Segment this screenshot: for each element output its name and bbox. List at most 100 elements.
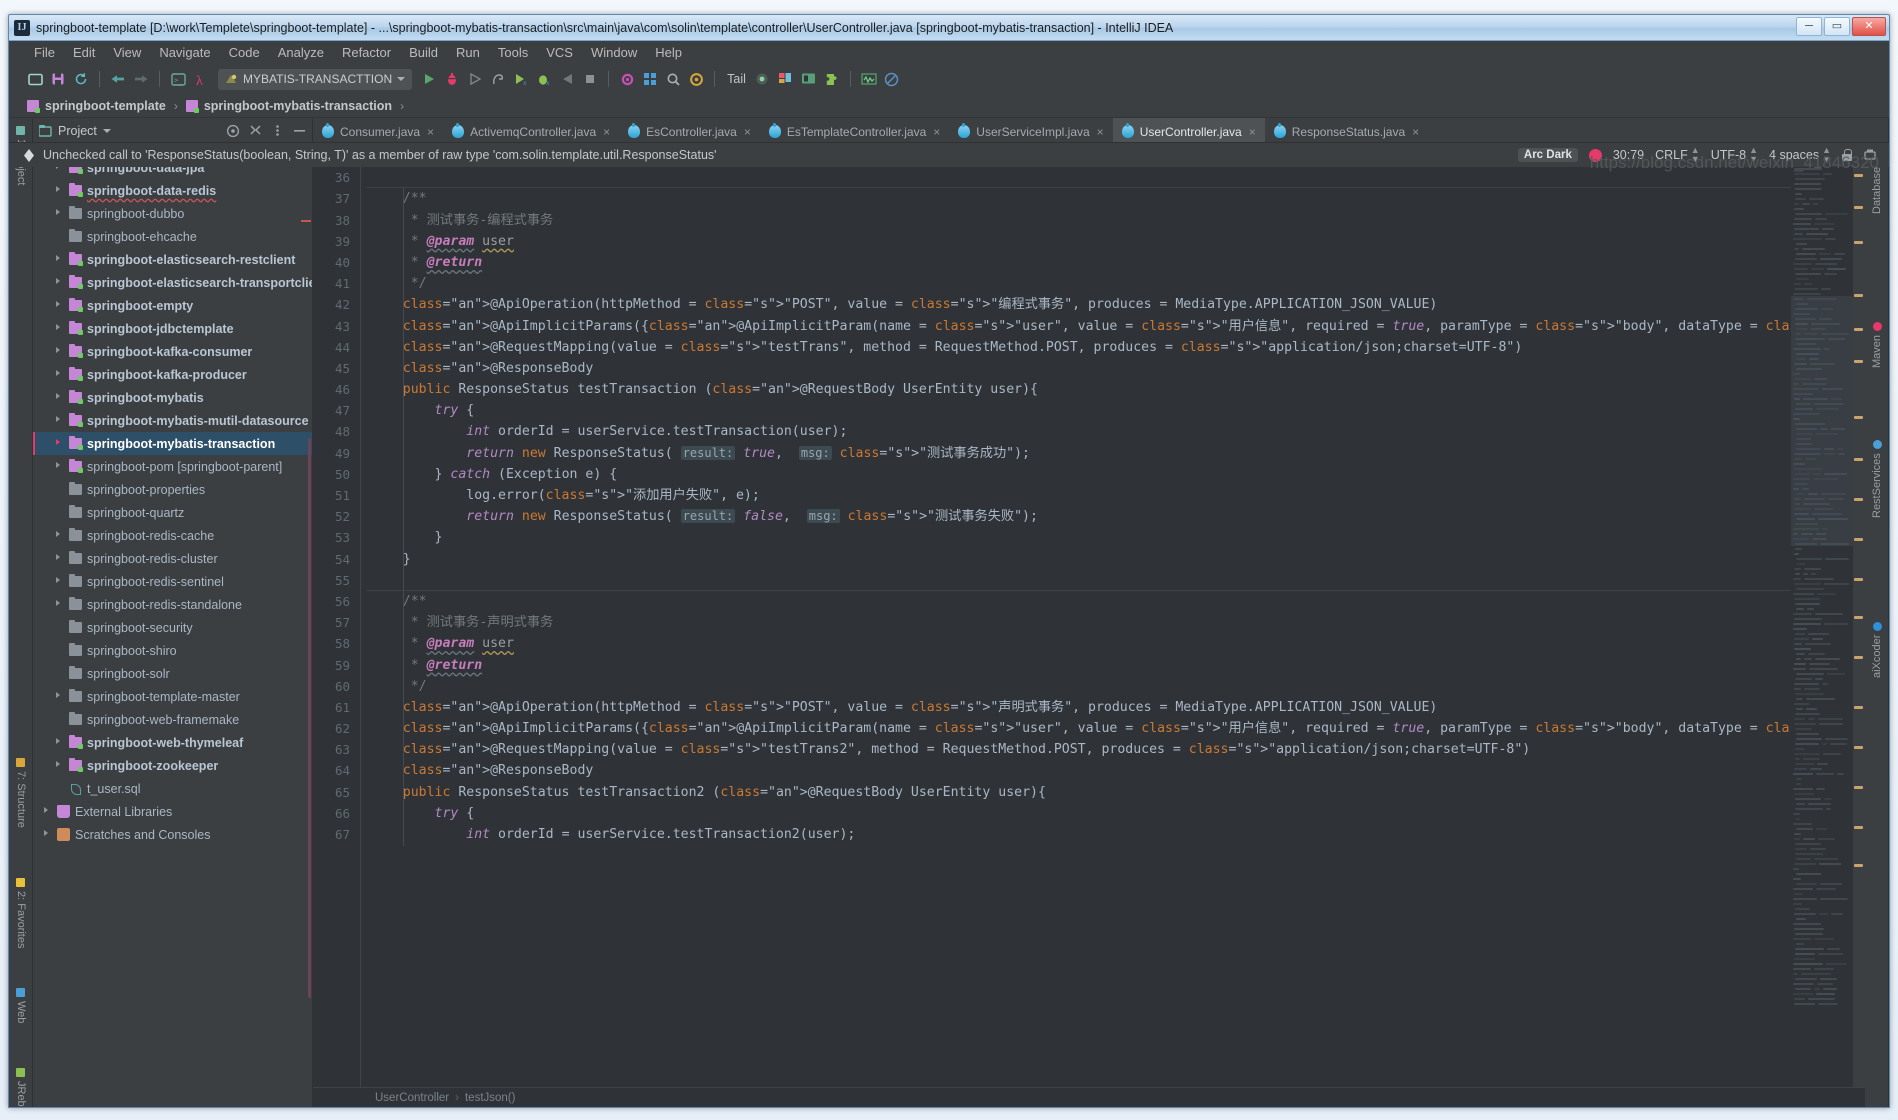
tree-item[interactable]: springboot-solr xyxy=(33,662,312,685)
code-line[interactable]: /** xyxy=(367,188,1791,209)
tool-window-button-web[interactable]: Web xyxy=(15,988,27,1023)
error-marker[interactable] xyxy=(1854,206,1863,209)
code-line[interactable]: return new ResponseStatus( result: false… xyxy=(367,506,1791,527)
tree-item[interactable]: springboot-elasticsearch-restclient xyxy=(33,248,312,271)
line-number[interactable]: 52 xyxy=(313,506,367,527)
tool-window-button-2-favorites[interactable]: 2: Favorites xyxy=(15,878,27,948)
chevron-right-icon[interactable] xyxy=(55,416,64,425)
editor-tab-activemqcontroller-java[interactable]: ActivemqController.java× xyxy=(443,118,619,145)
menu-item-file[interactable]: File xyxy=(25,43,64,62)
line-number[interactable]: 58 xyxy=(313,633,367,654)
code-line[interactable]: class="an">@RequestMapping(value = class… xyxy=(367,739,1791,760)
code-line[interactable]: * @param user xyxy=(367,633,1791,654)
code-line[interactable]: * @return xyxy=(367,252,1791,273)
error-marker[interactable] xyxy=(1854,706,1863,709)
close-icon[interactable]: × xyxy=(1412,125,1419,139)
tree-item[interactable]: springboot-properties xyxy=(33,478,312,501)
target-icon[interactable] xyxy=(226,124,240,138)
code-line[interactable] xyxy=(367,167,1791,188)
chevron-right-icon[interactable] xyxy=(55,554,64,563)
breadcrumb-item[interactable]: springboot-mybatis-transaction xyxy=(186,99,392,113)
line-number[interactable]: 63 xyxy=(313,739,367,760)
chevron-right-icon[interactable] xyxy=(55,600,64,609)
chevron-right-icon[interactable] xyxy=(55,439,64,448)
error-marker[interactable] xyxy=(1854,616,1863,619)
error-marker[interactable] xyxy=(1854,746,1863,749)
code-line[interactable]: * 测试事务-编程式事务 xyxy=(367,210,1791,231)
line-number[interactable]: 67 xyxy=(313,824,367,845)
chevron-right-icon[interactable] xyxy=(55,577,64,586)
open-folder-icon[interactable] xyxy=(25,69,45,89)
close-icon[interactable]: × xyxy=(933,125,940,139)
line-number[interactable]: 51 xyxy=(313,485,367,506)
tree-item[interactable]: springboot-ehcache xyxy=(33,225,312,248)
menu-item-window[interactable]: Window xyxy=(582,43,646,62)
database-console-icon[interactable] xyxy=(799,69,819,89)
chevron-right-icon[interactable] xyxy=(55,370,64,379)
code-line[interactable]: } catch (Exception e) { xyxy=(367,464,1791,485)
forward-arrow-icon[interactable] xyxy=(131,69,151,89)
tree-item[interactable]: springboot-redis-cluster xyxy=(33,547,312,570)
line-number[interactable]: 42 xyxy=(313,294,367,315)
code-line[interactable]: */ xyxy=(367,273,1791,294)
code-line[interactable]: class="an">@ResponseBody xyxy=(367,760,1791,781)
line-number[interactable]: 41 xyxy=(313,273,367,294)
line-number[interactable]: 65 xyxy=(313,782,367,803)
chevron-right-icon[interactable] xyxy=(43,807,52,816)
editor-tab-estemplatecontroller-java[interactable]: EsTemplateController.java× xyxy=(760,118,949,145)
error-marker[interactable] xyxy=(1854,578,1863,581)
code-line[interactable]: * @return xyxy=(367,655,1791,676)
error-marker[interactable] xyxy=(1854,294,1863,297)
code-line[interactable]: public ResponseStatus testTransaction (c… xyxy=(367,379,1791,400)
tree-item[interactable]: springboot-redis-cache xyxy=(33,524,312,547)
close-icon[interactable]: × xyxy=(603,125,610,139)
line-number[interactable]: 38 xyxy=(313,210,367,231)
tree-item[interactable]: springboot-empty xyxy=(33,294,312,317)
tree-item[interactable]: springboot-kafka-producer xyxy=(33,363,312,386)
line-number[interactable]: 62 xyxy=(313,718,367,739)
line-number[interactable]: 57 xyxy=(313,612,367,633)
run-tests-icon[interactable]: x xyxy=(511,69,531,89)
code-line[interactable]: /** xyxy=(367,591,1791,612)
error-marker-strip[interactable] xyxy=(1853,146,1865,1087)
chevron-right-icon[interactable] xyxy=(55,324,64,333)
tree-item[interactable]: springboot-web-framemake xyxy=(33,708,312,731)
close-icon[interactable]: × xyxy=(1097,125,1104,139)
tool-window-button-maven[interactable]: Maven xyxy=(1871,322,1883,368)
menu-item-refactor[interactable]: Refactor xyxy=(333,43,400,62)
code-line[interactable]: return new ResponseStatus( result: true,… xyxy=(367,443,1791,464)
build-icon[interactable] xyxy=(686,69,706,89)
line-number[interactable]: 47 xyxy=(313,400,367,421)
code-minimap[interactable] xyxy=(1791,146,1853,1087)
plugin-icon[interactable] xyxy=(822,69,842,89)
lambda-icon[interactable]: λ xyxy=(191,69,211,89)
editor-tab-consumer-java[interactable]: Consumer.java× xyxy=(313,118,443,145)
debug-tests-icon[interactable]: x xyxy=(534,69,554,89)
line-number[interactable]: 46 xyxy=(313,379,367,400)
menu-item-build[interactable]: Build xyxy=(400,43,447,62)
project-tree[interactable]: springboot-data-elasticsearchspringboot-… xyxy=(33,143,312,1107)
code-editor[interactable]: } /** * 测试事务-编程式事务 * @param user * @retu… xyxy=(367,146,1791,1087)
tree-item[interactable]: springboot-template-master xyxy=(33,685,312,708)
error-marker[interactable] xyxy=(1854,328,1863,331)
more-options-icon[interactable] xyxy=(271,124,284,137)
chevron-right-icon[interactable] xyxy=(55,255,64,264)
tree-item[interactable]: springboot-redis-sentinel xyxy=(33,570,312,593)
tree-item[interactable]: springboot-web-thymeleaf xyxy=(33,731,312,754)
minimize-button[interactable]: ─ xyxy=(1796,17,1822,36)
tree-item[interactable]: springboot-mybatis xyxy=(33,386,312,409)
chevron-right-icon[interactable] xyxy=(55,301,64,310)
collapse-all-icon[interactable] xyxy=(249,124,262,137)
editor-tab-usercontroller-java[interactable]: UserController.java× xyxy=(1113,118,1265,145)
project-tree-scrollbar[interactable] xyxy=(308,438,311,998)
modules-icon[interactable] xyxy=(640,69,660,89)
editor-breadcrumb-item[interactable]: UserController xyxy=(375,1092,449,1104)
tree-item[interactable]: springboot-shiro xyxy=(33,639,312,662)
code-line[interactable]: * 测试事务-声明式事务 xyxy=(367,612,1791,633)
line-number[interactable]: 45 xyxy=(313,358,367,379)
menu-item-run[interactable]: Run xyxy=(447,43,489,62)
line-number[interactable]: 60 xyxy=(313,676,367,697)
line-number[interactable]: 48 xyxy=(313,421,367,442)
run-with-coverage-icon[interactable] xyxy=(465,69,485,89)
line-number[interactable]: 59 xyxy=(313,655,367,676)
